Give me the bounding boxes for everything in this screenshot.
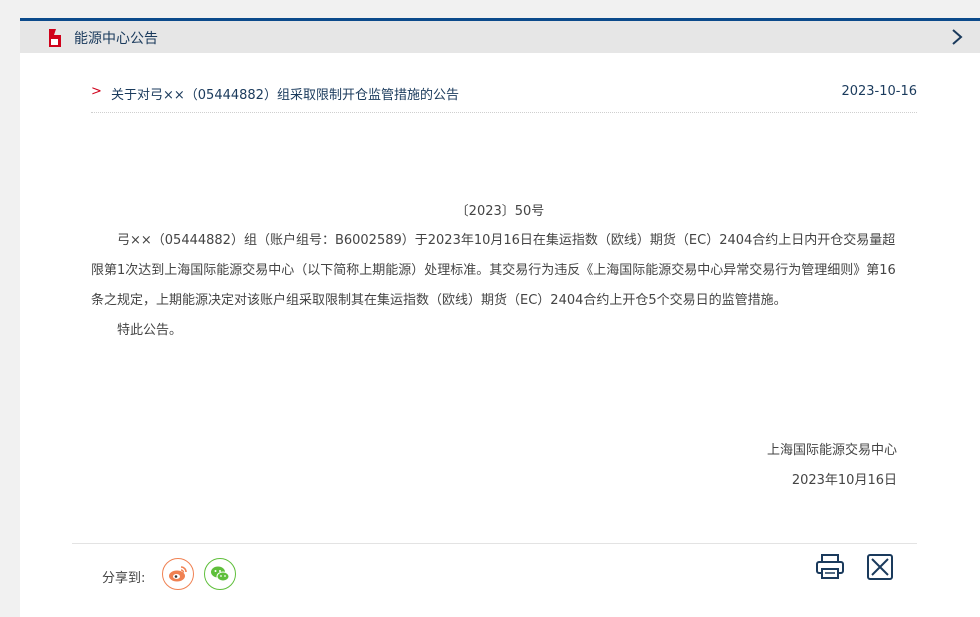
share-label: 分享到: [102, 571, 146, 586]
signer-name: 上海国际能源交易中心 [766, 443, 897, 458]
notice-list-item[interactable]: > 关于对弓××（05444882）组采取限制开仓监管措施的公告 2023-10… [91, 82, 917, 113]
notice-date: 2023-10-16 [841, 84, 917, 99]
share-weibo-button[interactable] [162, 558, 194, 590]
body-paragraph: 弓××（05444882）组（账户组号：B6002589）于2023年10月16… [91, 233, 896, 308]
document-body: 弓××（05444882）组（账户组号：B6002589）于2023年10月16… [91, 226, 901, 346]
close-icon[interactable] [865, 553, 895, 581]
section-title: 能源中心公告 [74, 31, 158, 47]
announcement-panel: 能源中心公告 > 关于对弓××（05444882）组采取限制开仓监管措施的公告 … [20, 18, 980, 617]
section-header: 能源中心公告 [20, 21, 980, 53]
list-arrow-icon: > [91, 84, 102, 99]
footer-divider [72, 543, 917, 544]
signature-block: 上海国际能源交易中心 2023年10月16日 [767, 436, 897, 496]
printer-icon[interactable] [815, 553, 845, 581]
chevron-right-icon[interactable] [950, 27, 964, 47]
sign-date: 2023年10月16日 [791, 473, 897, 488]
closing-paragraph: 特此公告。 [117, 323, 183, 338]
notice-title-link[interactable]: 关于对弓××（05444882）组采取限制开仓监管措施的公告 [111, 84, 459, 103]
ine-logo-icon [49, 29, 61, 47]
document-number: 〔2023〕50号 [455, 204, 545, 219]
share-wechat-button[interactable] [204, 558, 236, 590]
wechat-icon [211, 566, 230, 582]
weibo-icon [169, 566, 187, 582]
